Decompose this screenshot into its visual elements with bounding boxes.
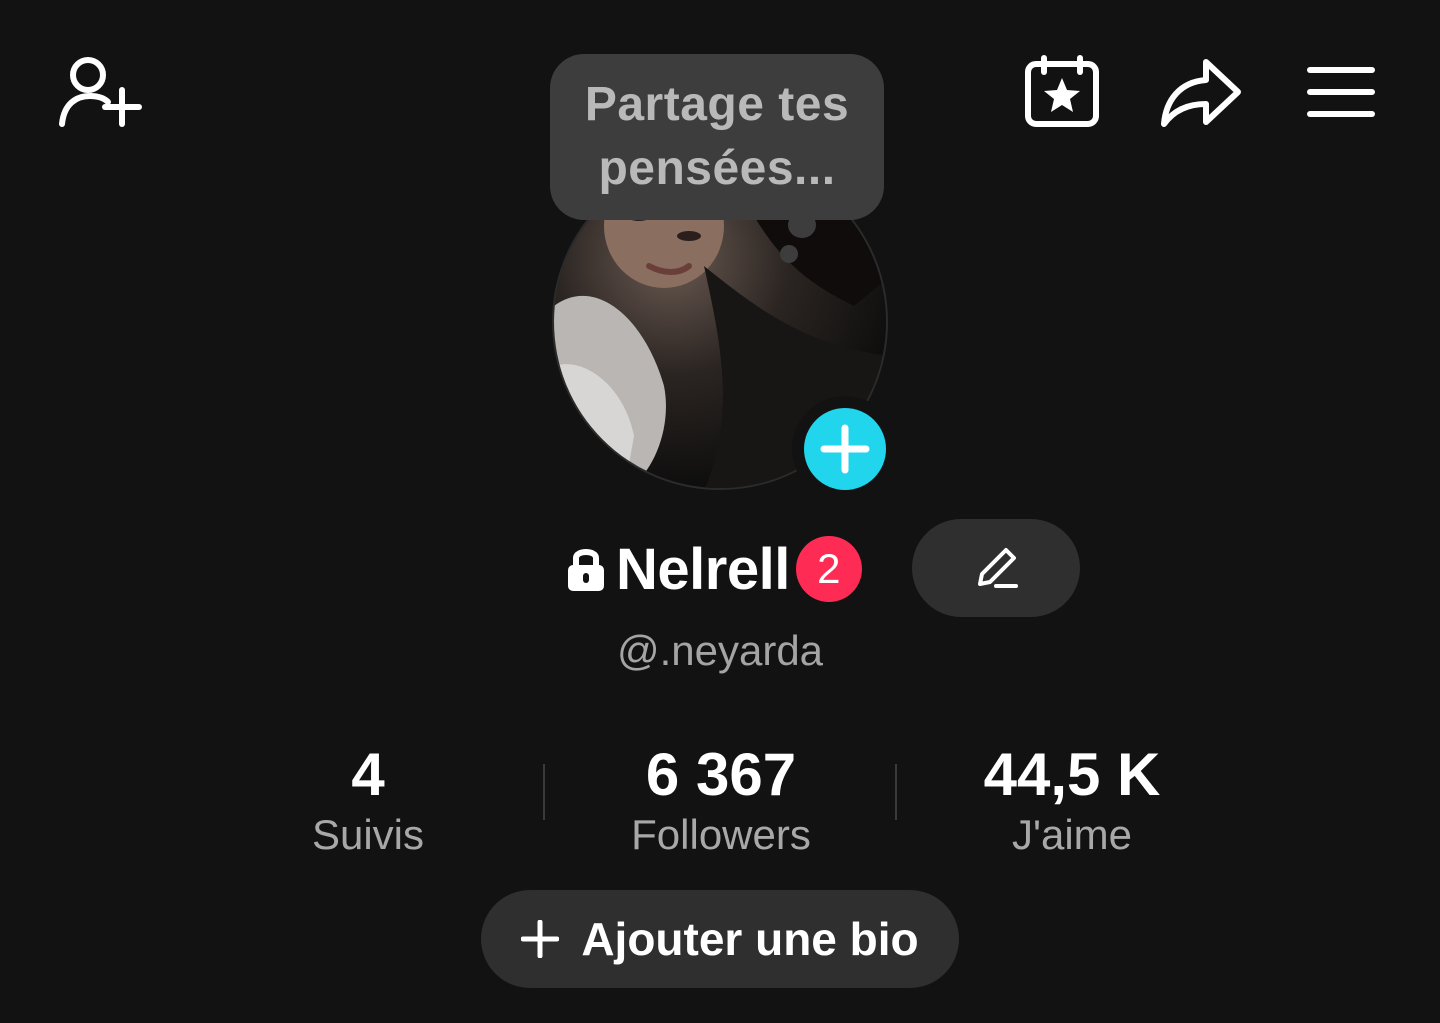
menu-button[interactable] <box>1304 62 1378 122</box>
calendar-star-icon <box>1022 54 1102 130</box>
bubble-tail-dot <box>780 245 798 263</box>
lock-icon <box>566 545 606 593</box>
stat-following-value: 4 <box>351 741 385 808</box>
share-arrow-icon <box>1158 54 1244 130</box>
pencil-icon <box>972 544 1020 592</box>
stat-following-label: Suivis <box>311 811 425 858</box>
plus-icon <box>521 920 560 958</box>
stat-likes[interactable]: 44,5 K J'aime <box>912 740 1232 860</box>
stat-likes-value: 44,5 K <box>983 741 1161 808</box>
stat-likes-label: J'aime <box>1011 811 1133 858</box>
person-plus-icon <box>52 50 144 136</box>
profile-name-row: Nelrell 2 <box>566 534 862 604</box>
thought-bubble[interactable]: Partage tes pensées... <box>550 54 884 220</box>
stat-following[interactable]: 4 Suivis <box>208 740 528 860</box>
stat-followers[interactable]: 6 367 Followers <box>561 740 881 860</box>
hamburger-menu-icon <box>1304 62 1378 122</box>
stat-followers-value: 6 367 <box>645 741 797 808</box>
bubble-tail <box>788 212 816 238</box>
stat-followers-label: Followers <box>631 811 811 858</box>
notification-badge[interactable]: 2 <box>795 536 862 602</box>
profile-handle: @.neyarda <box>616 627 824 674</box>
share-button[interactable] <box>1158 54 1244 130</box>
stat-divider <box>895 764 897 820</box>
add-bio-label: Ajouter une bio <box>581 913 919 965</box>
calendar-button[interactable] <box>1022 54 1102 130</box>
add-story-button[interactable] <box>792 396 898 502</box>
stat-divider <box>543 764 545 820</box>
thought-bubble-text: Partage tes pensées... <box>584 78 850 195</box>
edit-profile-button[interactable] <box>912 519 1080 617</box>
display-name[interactable]: Nelrell <box>616 536 790 603</box>
add-bio-button[interactable]: Ajouter une bio <box>481 890 959 988</box>
add-friend-button[interactable] <box>52 50 144 136</box>
plus-icon <box>820 424 870 474</box>
